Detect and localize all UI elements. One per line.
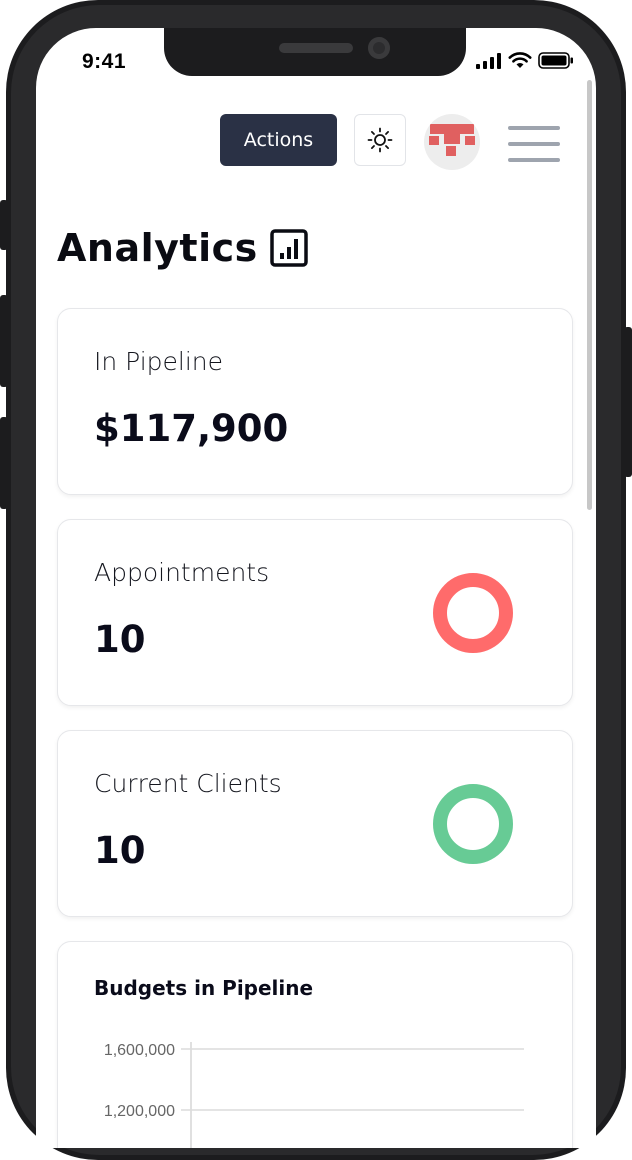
mute-switch	[0, 200, 8, 250]
battery-icon	[538, 52, 573, 69]
menu-bar-top	[508, 126, 560, 130]
status-icons	[476, 52, 574, 69]
appointments-ring	[433, 573, 513, 653]
device-frame: 9:41 Actions Analytics In Pipeline $117,…	[0, 0, 632, 1160]
clients-label: Current Clients	[94, 769, 282, 798]
pipeline-label: In Pipeline	[94, 347, 224, 376]
page-header: Analytics	[57, 226, 308, 270]
volume-down-button	[0, 417, 8, 509]
identicon	[429, 124, 475, 156]
page-title: Analytics	[57, 226, 258, 270]
user-avatar[interactable]	[424, 114, 480, 170]
y-tick-label: 1,600,000	[104, 1042, 175, 1059]
pipeline-value: $117,900	[94, 407, 289, 450]
appointments-label: Appointments	[94, 558, 270, 587]
theme-toggle-button[interactable]	[354, 114, 406, 166]
pipeline-card: In Pipeline $117,900	[57, 308, 573, 495]
sun-icon	[367, 127, 393, 153]
status-time: 9:41	[82, 50, 127, 73]
top-toolbar: Actions	[36, 114, 596, 170]
menu-bar-bottom	[508, 158, 560, 162]
budgets-chart: 1,600,000 1,200,000	[104, 1042, 524, 1148]
speaker	[279, 43, 353, 53]
volume-up-button	[0, 295, 8, 387]
actions-button[interactable]: Actions	[220, 114, 337, 166]
bar-chart-icon	[269, 229, 308, 267]
appointments-card: Appointments 10	[57, 519, 573, 706]
signal-icon	[476, 52, 501, 69]
budgets-chart-card: Budgets in Pipeline 1,600,000 1,200,000	[57, 941, 573, 1148]
notch	[164, 28, 466, 76]
clients-value: 10	[94, 829, 146, 872]
power-button	[624, 327, 632, 477]
menu-button[interactable]	[508, 126, 560, 164]
y-tick-label: 1,200,000	[104, 1103, 175, 1120]
front-camera	[368, 37, 390, 59]
menu-bar-middle	[508, 142, 560, 146]
appointments-value: 10	[94, 618, 146, 661]
app-screen: 9:41 Actions Analytics In Pipeline $117,…	[36, 28, 596, 1148]
clients-card: Current Clients 10	[57, 730, 573, 917]
clients-ring	[433, 784, 513, 864]
wifi-icon	[508, 52, 532, 68]
